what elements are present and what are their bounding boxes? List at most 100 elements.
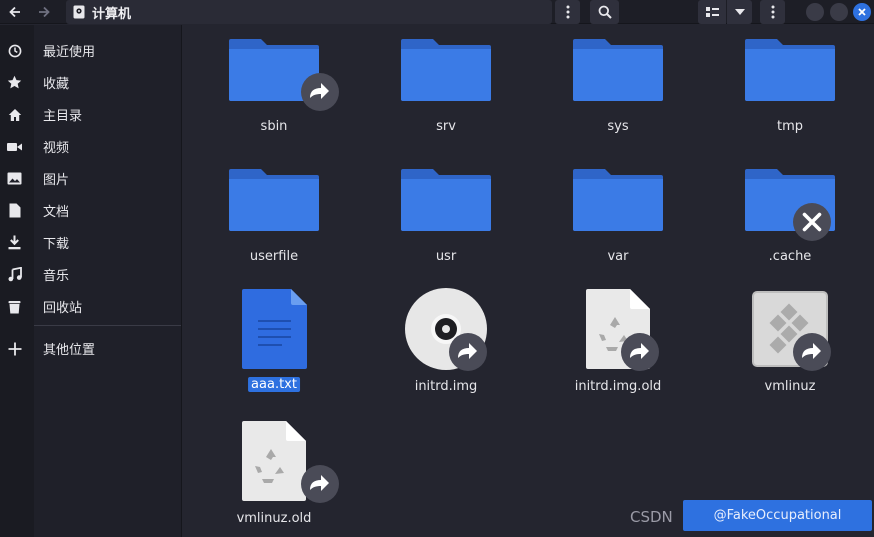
file-name: var bbox=[607, 249, 629, 264]
arrow-left-icon bbox=[8, 6, 20, 18]
sidebar-item-downloads[interactable]: 下载 bbox=[0, 227, 181, 257]
file-item[interactable]: vmlinuz bbox=[720, 285, 860, 415]
sidebar-item-label: 音乐 bbox=[43, 269, 70, 284]
sidebar-separator bbox=[34, 325, 181, 326]
file-name: initrd.img.old bbox=[574, 379, 662, 394]
close-icon bbox=[858, 8, 866, 16]
file-item[interactable]: userfile bbox=[204, 155, 344, 285]
document-icon bbox=[6, 202, 23, 219]
executable-file-icon bbox=[752, 291, 828, 367]
file-name: userfile bbox=[249, 249, 299, 264]
file-name: vmlinuz.old bbox=[236, 511, 312, 526]
sidebar-item-label: 最近使用 bbox=[43, 45, 96, 60]
main-menu-button[interactable] bbox=[760, 0, 785, 24]
download-icon bbox=[6, 234, 23, 251]
maximize-button[interactable] bbox=[830, 3, 848, 21]
file-item[interactable]: .cache bbox=[720, 155, 860, 285]
sidebar-item-label: 文档 bbox=[43, 205, 70, 220]
search-button[interactable] bbox=[590, 0, 619, 24]
symlink-emblem-icon bbox=[449, 333, 487, 371]
file-name: sys bbox=[607, 119, 629, 134]
home-icon bbox=[6, 106, 23, 123]
video-icon bbox=[6, 138, 23, 155]
sidebar-item-label: 主目录 bbox=[43, 109, 83, 124]
file-item[interactable]: var bbox=[548, 155, 688, 285]
sidebar-item-label: 收藏 bbox=[43, 77, 70, 92]
path-bar-computer[interactable]: 计算机 bbox=[66, 0, 552, 24]
trash-icon bbox=[6, 298, 23, 315]
file-item[interactable]: initrd.img.old bbox=[548, 285, 688, 415]
unreadable-emblem-icon bbox=[793, 203, 831, 241]
symlink-emblem-icon bbox=[621, 333, 659, 371]
file-item[interactable]: vmlinuz.old bbox=[204, 417, 344, 537]
symlink-emblem-icon bbox=[301, 73, 339, 111]
star-icon bbox=[6, 74, 23, 91]
close-button[interactable] bbox=[853, 3, 871, 21]
chevron-down-icon bbox=[734, 9, 745, 15]
sidebar-item-music[interactable]: 音乐 bbox=[0, 259, 181, 289]
list-view-icon bbox=[705, 7, 719, 17]
file-name: usr bbox=[435, 249, 457, 264]
minimize-button[interactable] bbox=[806, 3, 824, 21]
folder-icon bbox=[745, 39, 835, 101]
forward-button[interactable] bbox=[30, 0, 57, 24]
file-name: .cache bbox=[768, 249, 812, 264]
file-name: aaa.txt bbox=[248, 377, 300, 392]
sidebar-item-label: 下载 bbox=[43, 237, 70, 252]
sidebar-item-label: 图片 bbox=[43, 173, 70, 188]
drive-icon bbox=[73, 5, 85, 19]
file-item[interactable]: tmp bbox=[720, 25, 860, 155]
path-label: 计算机 bbox=[92, 6, 132, 22]
file-item[interactable]: sys bbox=[548, 25, 688, 155]
file-name: sbin bbox=[260, 119, 288, 134]
view-mode-button[interactable] bbox=[698, 0, 726, 24]
sidebar-item-documents[interactable]: 文档 bbox=[0, 195, 181, 225]
sidebar-item-trash[interactable]: 回收站 bbox=[0, 291, 181, 321]
watermark-author: @FakeOccupational bbox=[683, 500, 872, 531]
places-sidebar: 最近使用 收藏 主目录 视频 图片 文档 下载 音乐 回收站 其他位置 bbox=[0, 25, 181, 537]
path-menu-button[interactable] bbox=[555, 0, 580, 24]
sidebar-item-recent[interactable]: 最近使用 bbox=[0, 35, 181, 65]
view-options-dropdown[interactable] bbox=[727, 0, 752, 24]
disc-image-icon bbox=[405, 288, 487, 370]
kebab-menu-icon bbox=[566, 5, 569, 19]
sidebar-item-home[interactable]: 主目录 bbox=[0, 99, 181, 129]
symlink-emblem-icon bbox=[793, 333, 831, 371]
sidebar-item-videos[interactable]: 视频 bbox=[0, 131, 181, 161]
clock-icon bbox=[6, 42, 23, 59]
folder-icon bbox=[573, 39, 663, 101]
sidebar-item-pictures[interactable]: 图片 bbox=[0, 163, 181, 193]
file-name: srv bbox=[436, 119, 456, 134]
arrow-right-icon bbox=[38, 6, 50, 18]
folder-icon bbox=[573, 169, 663, 231]
watermark-site: CSDN bbox=[630, 508, 673, 526]
generic-file-icon bbox=[586, 289, 650, 369]
file-name: initrd.img bbox=[414, 379, 478, 394]
folder-icon bbox=[401, 39, 491, 101]
search-icon bbox=[598, 5, 612, 19]
sidebar-item-label: 其他位置 bbox=[43, 343, 96, 358]
image-icon bbox=[6, 170, 23, 187]
text-file-icon bbox=[242, 289, 307, 369]
sidebar-item-starred[interactable]: 收藏 bbox=[0, 67, 181, 97]
back-button[interactable] bbox=[0, 0, 29, 24]
folder-icon bbox=[401, 169, 491, 231]
folder-icon bbox=[229, 169, 319, 231]
file-item[interactable]: aaa.txt bbox=[204, 285, 344, 415]
kebab-menu-icon bbox=[771, 5, 774, 19]
symlink-emblem-icon bbox=[301, 465, 339, 503]
header-bar: 计算机 bbox=[0, 0, 874, 24]
sidebar-item-label: 回收站 bbox=[43, 301, 83, 316]
file-item[interactable]: usr bbox=[376, 155, 516, 285]
music-icon bbox=[6, 266, 23, 283]
sidebar-item-label: 视频 bbox=[43, 141, 70, 156]
file-name: tmp bbox=[776, 119, 803, 134]
file-item[interactable]: initrd.img bbox=[376, 285, 516, 415]
file-grid[interactable]: sbin srv sys tmp userfile usr var .cache… bbox=[182, 25, 874, 537]
file-item[interactable]: srv bbox=[376, 25, 516, 155]
sidebar-item-other-locations[interactable]: 其他位置 bbox=[0, 333, 181, 363]
plus-icon bbox=[6, 340, 23, 357]
file-name: vmlinuz bbox=[764, 379, 816, 394]
folder-icon bbox=[745, 169, 835, 231]
file-item[interactable]: sbin bbox=[204, 25, 344, 155]
